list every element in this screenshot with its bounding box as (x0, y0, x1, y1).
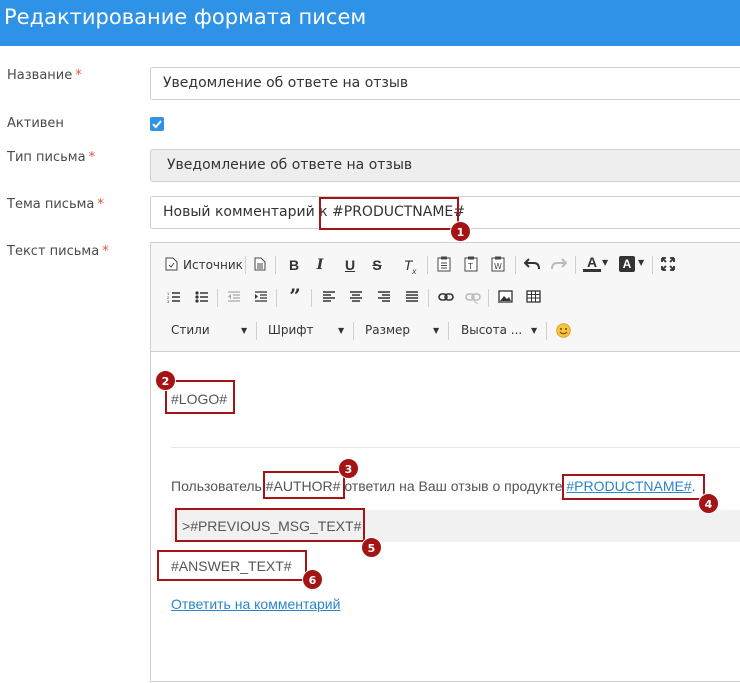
svg-text:T: T (467, 262, 473, 271)
source-button[interactable]: Источник (183, 258, 243, 272)
toolbar-separator (575, 256, 576, 274)
type-field: Уведомление об ответе на отзыв (150, 149, 740, 182)
toolbar-separator (256, 322, 257, 340)
chevron-down-icon: ▼ (241, 326, 248, 335)
align-center-icon[interactable] (349, 291, 363, 303)
required-mark: * (75, 68, 82, 83)
unlink-icon[interactable] (465, 292, 481, 304)
toolbar-separator (311, 289, 312, 307)
blockquote-icon[interactable]: ” (286, 286, 304, 306)
size-dropdown-label: Размер (365, 323, 411, 337)
editor-toolbar: Источник B I U S Tx T W A ▼ A ▼ 1 2 3 ” … (151, 243, 740, 352)
toolbar-separator (427, 256, 428, 274)
annotation-badge-3: 3 (338, 458, 359, 479)
annotation-box-3 (263, 471, 345, 499)
document-icon[interactable] (254, 257, 266, 271)
chevron-down-icon[interactable]: ▼ (638, 258, 644, 267)
numbered-list-icon[interactable]: 123 (167, 291, 181, 303)
name-label: Название * (7, 68, 82, 83)
styles-dropdown-label: Стили (171, 323, 210, 337)
required-mark: * (88, 150, 96, 165)
annotation-box-2 (165, 380, 235, 414)
name-input[interactable]: Уведомление об ответе на отзыв (150, 67, 740, 100)
table-icon[interactable] (526, 290, 541, 303)
annotation-badge-1: 1 (450, 221, 471, 242)
undo-icon[interactable] (524, 258, 540, 270)
chevron-down-icon[interactable]: ▼ (602, 258, 608, 267)
chevron-down-icon: ▼ (338, 326, 345, 335)
horizontal-rule (171, 447, 740, 448)
page-title: Редактирование формата писем (0, 0, 740, 46)
remove-format-icon[interactable]: Tx (401, 256, 419, 281)
height-dropdown[interactable]: Высота ... ▼ (461, 323, 551, 337)
underline-icon[interactable]: U (341, 256, 359, 274)
paste-word-icon[interactable]: W (491, 256, 505, 272)
toolbar-separator (652, 256, 653, 274)
size-dropdown[interactable]: Размер ▼ (365, 323, 445, 337)
smiley-icon[interactable] (556, 323, 571, 338)
toolbar-separator (546, 322, 547, 340)
source-icon[interactable] (165, 257, 178, 271)
italic-icon[interactable]: I (311, 256, 329, 274)
strikethrough-icon[interactable]: S (368, 256, 386, 274)
toolbar-separator (448, 322, 449, 340)
height-dropdown-label: Высота ... (461, 323, 523, 337)
bulleted-list-icon[interactable] (195, 291, 209, 303)
name-label-text: Название (7, 68, 73, 83)
subject-label: Тема письма * (7, 197, 104, 212)
type-label-text: Тип письма (7, 150, 86, 165)
font-dropdown[interactable]: Шрифт ▼ (268, 323, 348, 337)
indent-icon[interactable] (254, 291, 268, 303)
align-left-icon[interactable] (322, 291, 336, 303)
annotation-badge-4: 4 (698, 493, 719, 514)
annotation-box-6 (157, 550, 307, 581)
paste-text-icon[interactable]: T (464, 256, 478, 272)
toolbar-separator (353, 322, 354, 340)
toolbar-separator (275, 256, 276, 274)
annotation-badge-6: 6 (302, 569, 323, 590)
annotation-badge-5: 5 (361, 537, 382, 558)
author-line-prefix: Пользователь (171, 478, 266, 494)
active-label: Активен (7, 116, 64, 131)
annotation-box-5 (175, 508, 365, 542)
body-label-text: Текст письма (7, 244, 100, 259)
background-color-icon[interactable]: A (619, 256, 635, 272)
rich-text-editor: Источник B I U S Tx T W A ▼ A ▼ 1 2 3 ” … (150, 242, 740, 682)
align-right-icon[interactable] (377, 291, 391, 303)
justify-icon[interactable] (405, 291, 419, 303)
toolbar-separator (515, 256, 516, 274)
link-icon[interactable] (438, 292, 454, 302)
annotation-box-1 (319, 197, 459, 230)
styles-dropdown[interactable]: Стили ▼ (171, 323, 251, 337)
chevron-down-icon: ▼ (531, 326, 538, 335)
annotation-badge-2: 2 (155, 370, 176, 391)
chevron-down-icon: ▼ (433, 326, 440, 335)
font-dropdown-label: Шрифт (268, 323, 314, 337)
toolbar-separator (245, 256, 246, 274)
svg-text:W: W (494, 262, 502, 271)
reply-link[interactable]: Ответить на комментарий (171, 596, 340, 612)
toolbar-separator (428, 289, 429, 307)
author-line-middle: ответил на Ваш отзыв о продукте (340, 478, 567, 494)
redo-icon[interactable] (551, 258, 567, 270)
type-label: Тип письма * (7, 150, 95, 165)
outdent-icon[interactable] (227, 291, 241, 303)
toolbar-separator (276, 289, 277, 307)
required-mark: * (97, 197, 104, 212)
required-mark: * (102, 244, 109, 259)
bold-icon[interactable]: B (285, 256, 303, 274)
toolbar-separator (488, 289, 489, 307)
check-icon (152, 120, 162, 129)
body-label: Текст письма * (7, 244, 109, 259)
svg-text:3: 3 (167, 299, 170, 303)
toolbar-separator (217, 289, 218, 307)
annotation-box-4 (562, 474, 705, 500)
maximize-icon[interactable] (661, 257, 675, 271)
paste-icon[interactable] (437, 256, 451, 272)
image-icon[interactable] (498, 290, 513, 303)
subject-label-text: Тема письма (7, 197, 95, 212)
active-checkbox[interactable] (150, 117, 164, 131)
text-color-icon[interactable]: A (583, 255, 601, 272)
